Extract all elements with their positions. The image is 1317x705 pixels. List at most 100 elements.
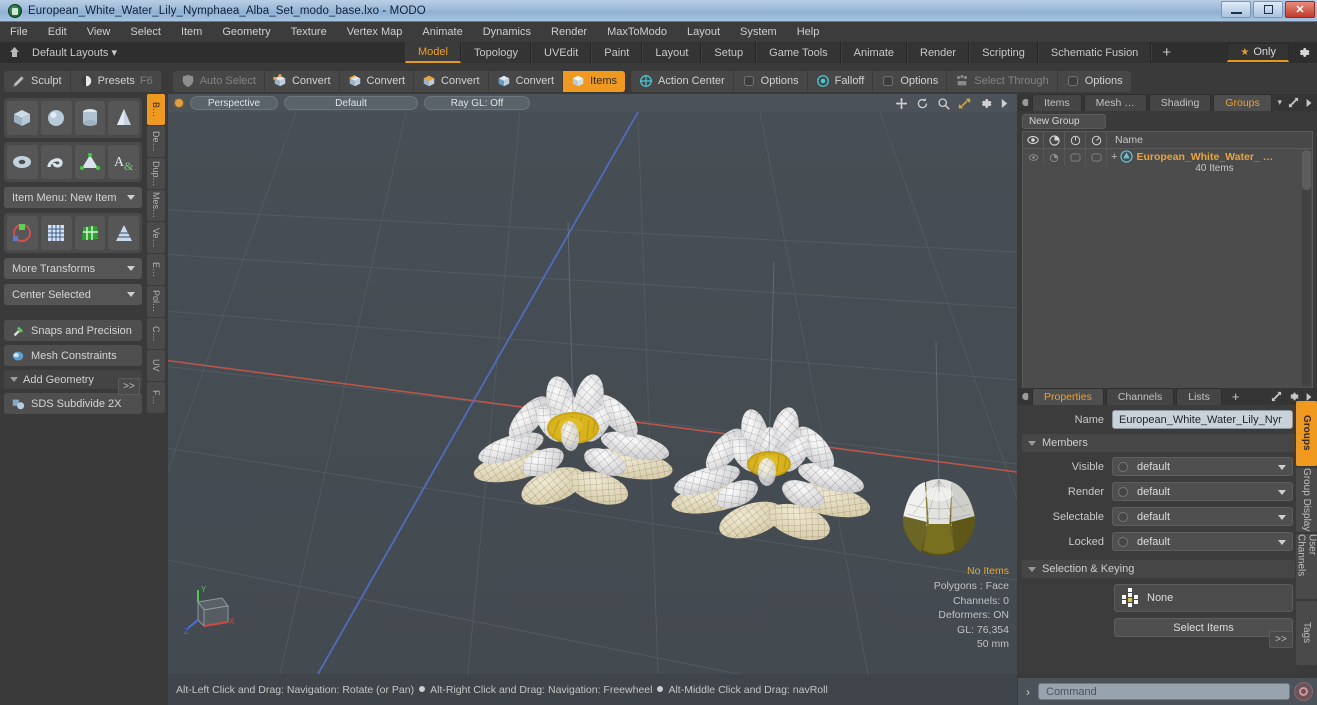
layout-tab-animate[interactable]: Animate: [840, 42, 907, 63]
select-items-button[interactable]: Select Items: [1114, 618, 1293, 637]
arrow-right-icon[interactable]: [1000, 98, 1009, 109]
panel-tab-items[interactable]: Items: [1032, 94, 1082, 111]
shading-preset-dropdown[interactable]: Default: [284, 96, 418, 110]
name-input[interactable]: European_White_Water_Lily_Nyr: [1112, 410, 1293, 429]
falloff-button-2[interactable]: Falloff: [808, 70, 874, 92]
selectable-dropdown[interactable]: default: [1112, 507, 1293, 526]
options-button-1[interactable]: Options: [734, 70, 808, 92]
scrollbar-thumb[interactable]: [1302, 150, 1311, 190]
close-button[interactable]: ✕: [1285, 1, 1315, 18]
left-vtab-9[interactable]: F…: [147, 382, 165, 413]
right-vtab-group-display[interactable]: Group Display: [1296, 467, 1317, 532]
command-input[interactable]: Command: [1038, 683, 1290, 700]
action-center-button-0[interactable]: Action Center: [631, 70, 734, 92]
groups-list[interactable]: Name + European_White_Water_ … 40 Items: [1022, 131, 1313, 389]
prism-icon[interactable]: [74, 145, 106, 179]
properties-menu-icon[interactable]: [1018, 388, 1032, 405]
select-through-button-4[interactable]: Select Through: [947, 70, 1058, 92]
members-section-header[interactable]: Members: [1022, 434, 1295, 452]
menu-item-dynamics[interactable]: Dynamics: [473, 22, 541, 42]
properties-tab-properties[interactable]: Properties: [1032, 388, 1104, 405]
convert-button[interactable]: Convert: [265, 70, 340, 92]
properties-expand-button[interactable]: >>: [1269, 631, 1293, 648]
convert-button[interactable]: Convert: [414, 70, 489, 92]
right-vtab-groups[interactable]: Groups: [1296, 401, 1317, 466]
only-toggle[interactable]: ★ Only: [1227, 43, 1289, 62]
panel-tab-shading[interactable]: Shading: [1148, 94, 1212, 111]
left-vtab-7[interactable]: C…: [147, 318, 165, 349]
menu-item-geometry[interactable]: Geometry: [212, 22, 280, 42]
mesh-constraints-button[interactable]: Mesh Constraints: [4, 345, 142, 366]
left-vtab-5[interactable]: E…: [147, 254, 165, 285]
group-item-name[interactable]: European_White_Water_ …: [1136, 151, 1273, 163]
right-vtab-tags[interactable]: Tags: [1296, 600, 1317, 665]
arrow-right-icon[interactable]: [1305, 98, 1313, 108]
table-row[interactable]: + European_White_Water_ … 40 Items: [1023, 149, 1312, 175]
layout-tab-model[interactable]: Model: [405, 42, 461, 63]
more-transforms-dropdown[interactable]: More Transforms: [4, 258, 142, 279]
render-icon[interactable]: [1044, 131, 1065, 149]
panel-tab-mesh-[interactable]: Mesh …: [1083, 94, 1147, 111]
layout-tab-render[interactable]: Render: [907, 42, 970, 63]
torus-icon[interactable]: [7, 145, 38, 179]
spiral-icon[interactable]: [40, 145, 72, 179]
record-icon[interactable]: [1294, 682, 1313, 701]
eye-icon[interactable]: [1023, 131, 1044, 149]
chevron-down-icon[interactable]: ▾: [1277, 97, 1282, 108]
menu-item-animate[interactable]: Animate: [412, 22, 472, 42]
selectable-icon[interactable]: [1086, 131, 1107, 149]
menu-item-layout[interactable]: Layout: [677, 22, 730, 42]
groups-list-scrollbar[interactable]: [1302, 150, 1311, 386]
convert-button[interactable]: Convert: [489, 70, 564, 92]
menu-item-view[interactable]: View: [77, 22, 121, 42]
menu-item-maxtomodo[interactable]: MaxToModo: [597, 22, 677, 42]
new-group-button[interactable]: New Group: [1022, 114, 1106, 129]
3d-viewport[interactable]: Perspective Default Ray GL: Off No Items…: [168, 94, 1017, 674]
expand-icon[interactable]: [1288, 97, 1299, 108]
left-vtab-1[interactable]: De…: [147, 126, 165, 157]
layout-tab-schematic-fusion[interactable]: Schematic Fusion: [1037, 42, 1152, 63]
render-dropdown[interactable]: default: [1112, 482, 1293, 501]
left-vtab-2[interactable]: Dup…: [147, 158, 165, 189]
rotate-icon[interactable]: [916, 97, 929, 110]
lock-icon[interactable]: [1065, 131, 1086, 149]
left-vtab-8[interactable]: UV: [147, 350, 165, 381]
array-tool-icon[interactable]: [108, 216, 139, 250]
layout-tab-scripting[interactable]: Scripting: [969, 42, 1038, 63]
center-selected-dropdown[interactable]: Center Selected: [4, 284, 142, 305]
row-render-toggle[interactable]: [1044, 149, 1065, 166]
expand-icon[interactable]: [1271, 391, 1282, 402]
layout-tab-game-tools[interactable]: Game Tools: [756, 42, 841, 63]
item-menu-dropdown[interactable]: Item Menu: New Item: [4, 187, 142, 208]
selection-keying-section-header[interactable]: Selection & Keying: [1022, 560, 1295, 578]
panel-menu-icon[interactable]: [1018, 94, 1032, 111]
row-lock-toggle[interactable]: [1065, 149, 1086, 166]
default-layouts-dropdown[interactable]: Default Layouts ▾: [32, 46, 117, 59]
layout-tab-paint[interactable]: Paint: [591, 42, 643, 63]
viewport-canvas[interactable]: No Items Polygons : Face Channels: 0 Def…: [168, 112, 1017, 674]
cube-icon[interactable]: [7, 101, 38, 135]
menu-item-item[interactable]: Item: [171, 22, 212, 42]
minimize-button[interactable]: [1221, 1, 1251, 18]
pan-icon[interactable]: [895, 97, 908, 110]
layout-tab-uvedit[interactable]: UVEdit: [531, 42, 592, 63]
menu-item-render[interactable]: Render: [541, 22, 597, 42]
green-mesh-icon[interactable]: [74, 216, 106, 250]
properties-tab-channels[interactable]: Channels: [1105, 388, 1175, 405]
left-vtab-4[interactable]: Ve…: [147, 222, 165, 253]
presets-button[interactable]: Presets F6: [71, 71, 161, 92]
viewport-indicator-icon[interactable]: [175, 99, 183, 107]
add-properties-tab-button[interactable]: +: [1224, 388, 1248, 405]
home-icon[interactable]: [4, 44, 24, 62]
text-icon[interactable]: A &: [108, 145, 139, 179]
left-vtab-3[interactable]: Mes…: [147, 190, 165, 221]
menu-item-system[interactable]: System: [730, 22, 787, 42]
left-vtab-0[interactable]: B…: [147, 94, 165, 125]
layout-tab-setup[interactable]: Setup: [701, 42, 757, 63]
gear-icon[interactable]: [979, 97, 992, 110]
zoom-icon[interactable]: [937, 97, 950, 110]
auto-select-button[interactable]: Auto Select: [173, 70, 265, 92]
items-button[interactable]: Items: [563, 70, 626, 92]
layout-tab-layout[interactable]: Layout: [642, 42, 702, 63]
raygl-toggle[interactable]: Ray GL: Off: [424, 96, 530, 110]
